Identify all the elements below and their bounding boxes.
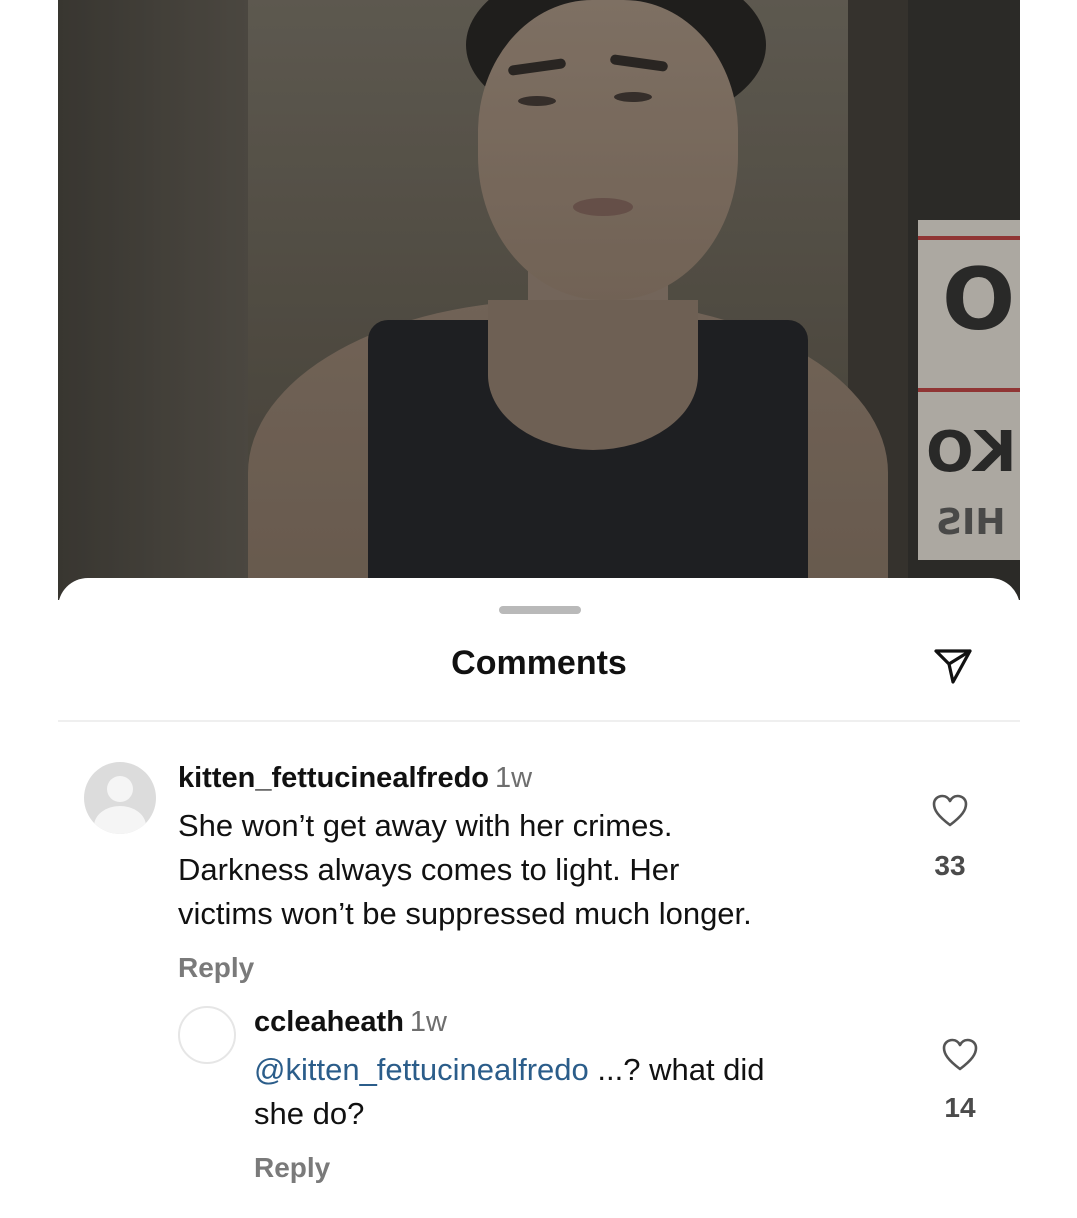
- comment-text: She won’t get away with her crimes. Dark…: [178, 804, 752, 936]
- like-count: 14: [944, 1092, 976, 1123]
- comment-line: @kitten_fettucinealfredo ...? what did: [254, 1048, 765, 1092]
- like-count: 33: [934, 850, 966, 881]
- reply-button[interactable]: Reply: [254, 1152, 330, 1184]
- sheet-title: Comments: [451, 644, 627, 682]
- comment-line: Darkness always comes to light. Her: [178, 852, 680, 887]
- avatar-placeholder-head: [107, 776, 133, 802]
- photo-overlay: [58, 0, 1020, 600]
- comment-line-rest: ...? what did: [588, 1052, 765, 1087]
- comments-sheet: Comments kitten_fettucinealfredo 1w She w…: [58, 578, 1020, 1218]
- sheet-divider: [58, 720, 1020, 722]
- comment-line: she do?: [254, 1096, 365, 1131]
- comment-username[interactable]: ccleaheath 1w: [254, 1006, 447, 1039]
- post-photo: O KO HIS: [58, 0, 1020, 600]
- comment-time: 1w: [495, 762, 533, 794]
- username-text[interactable]: ccleaheath: [254, 1006, 404, 1038]
- heart-icon[interactable]: [932, 794, 968, 828]
- avatar[interactable]: [178, 1006, 236, 1064]
- username-text[interactable]: kitten_fettucinealfredo: [178, 762, 489, 794]
- heart-icon[interactable]: [942, 1038, 978, 1072]
- send-icon[interactable]: [930, 642, 976, 688]
- comment-text: @kitten_fettucinealfredo ...? what did s…: [254, 1048, 765, 1136]
- sheet-drag-handle[interactable]: [499, 606, 581, 614]
- comment-line: victims won’t be suppressed much longer.: [178, 896, 752, 931]
- reply-button[interactable]: Reply: [178, 952, 254, 984]
- comment-line: She won’t get away with her crimes.: [178, 808, 673, 843]
- comment-username[interactable]: kitten_fettucinealfredo 1w: [178, 762, 532, 795]
- comment-time: 1w: [409, 1006, 447, 1038]
- mention-link[interactable]: @kitten_fettucinealfredo: [254, 1052, 589, 1087]
- avatar[interactable]: [84, 762, 156, 834]
- avatar-placeholder-body: [94, 806, 146, 834]
